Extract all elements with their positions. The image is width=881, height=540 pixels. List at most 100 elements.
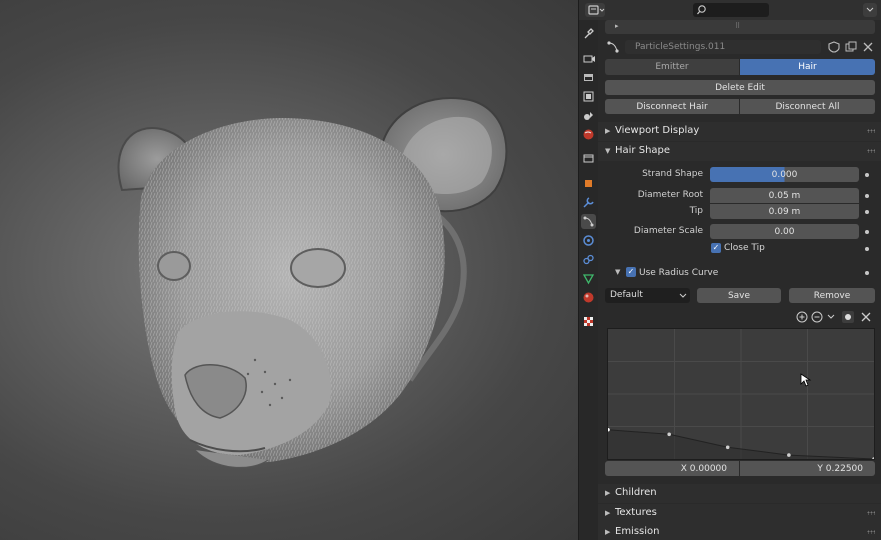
textures-header[interactable]: ▶ Textures [598,504,881,523]
clip-icon [845,314,851,320]
diameter-scale-field[interactable]: 0.00 [710,224,859,239]
scene-icon [584,112,593,120]
expand-triangle-icon: ▶ [605,127,611,135]
viewport-display-header[interactable]: ▶ Viewport Display [598,122,881,141]
play-icon: ▸ [615,22,619,30]
render-icon [583,55,595,63]
scene-tab[interactable] [581,108,596,123]
options-dropdown[interactable] [863,3,877,17]
section-title: Viewport Display [615,125,700,136]
collection-tab[interactable] [581,151,596,166]
properties-panel[interactable]: ▸ ⠿ ParticleSettings.011 Emitter Hair De… [598,20,881,540]
hair-tab[interactable]: Hair [740,59,875,75]
sculpt-render [117,97,508,468]
section-title: Emission [615,526,660,537]
strand-shape-slider[interactable]: 0.000 [710,167,859,182]
constraints-icon [583,254,594,265]
section-title: Children [615,487,657,498]
radius-curve-editor[interactable] [606,328,876,461]
particles-tab[interactable] [581,214,596,229]
world-tab[interactable] [581,127,596,142]
particle-system-list[interactable]: ▸ ⠿ [605,20,875,34]
data-icon [582,274,595,285]
diameter-root-value: 0.05 m [768,190,801,201]
expand-triangle-icon: ▶ [605,509,611,517]
unlink-button[interactable] [861,40,875,54]
render-tab[interactable] [581,51,596,66]
search-icon [697,5,706,15]
tip-field[interactable]: 0.09 m [710,204,859,219]
save-preset-button[interactable]: Save [697,288,781,303]
curve-graph[interactable] [606,329,876,461]
fake-user-button[interactable] [827,40,841,54]
curve-x-value: X 0.00000 [680,463,727,474]
tool-tab[interactable] [581,26,596,41]
drag-grip-icon[interactable] [867,129,875,133]
section-title: Hair Shape [615,145,671,156]
physics-tab[interactable] [581,233,596,248]
properties-editor-icon [588,5,605,15]
object-tab[interactable] [581,176,596,191]
zoom-out-icon [811,311,823,323]
curve-x-field[interactable]: X 0.00000 [605,461,739,476]
disconnect-all-button[interactable]: Disconnect All [740,99,875,114]
diameter-root-label: Diameter Root [637,190,703,200]
tool-icon [584,28,594,39]
keyframe-dot-icon[interactable] [865,194,869,198]
curve-control-point[interactable] [872,457,876,461]
curve-preset-dropdown[interactable]: Default [605,288,690,303]
shield-icon [828,41,840,53]
duplicate-icon [845,41,857,52]
delete-edit-button[interactable]: Delete Edit [605,80,875,95]
drag-grip-icon[interactable] [867,530,875,534]
duplicate-button[interactable] [844,40,858,54]
keyframe-dot-icon[interactable] [865,230,869,234]
curve-control-point[interactable] [667,432,671,437]
use-radius-curve-checkbox[interactable]: ✓ [626,267,636,277]
material-tab[interactable] [581,290,596,305]
drag-grip-icon[interactable] [867,149,875,153]
children-header[interactable]: ▶ Children [598,484,881,503]
datablock-name-field[interactable]: ParticleSettings.011 [625,40,821,54]
emission-header[interactable]: ▶ Emission [598,523,881,540]
chevron-down-icon [827,314,835,319]
keyframe-dot-icon[interactable] [865,173,869,177]
expand-triangle-icon: ▶ [605,489,611,497]
keyframe-dot-icon[interactable] [865,247,869,251]
particles-icon [607,41,619,53]
output-tab[interactable] [581,70,596,85]
particles-icon [583,216,594,227]
curve-control-point[interactable] [787,453,791,457]
diameter-root-field[interactable]: 0.05 m [710,188,859,203]
resize-grip-icon[interactable]: ⠿ [735,22,740,30]
keyframe-dot-icon[interactable] [865,271,869,275]
particles-datablock-icon[interactable] [605,39,621,55]
hair-shape-header[interactable]: ▼ Hair Shape [598,142,881,161]
properties-tab-strip [579,20,598,540]
curve-control-point[interactable] [725,445,730,450]
modifier-tab[interactable] [581,195,596,210]
emitter-tab[interactable]: Emitter [605,59,739,75]
strand-shape-label: Strand Shape [642,169,703,179]
editor-type-button[interactable] [585,3,605,17]
keyframe-dot-icon[interactable] [865,210,869,214]
collapse-triangle-icon[interactable]: ▼ [615,268,620,276]
collapse-triangle-icon: ▼ [605,147,611,155]
texture-tab[interactable] [581,314,596,329]
search-input[interactable] [693,3,769,17]
view-layer-tab[interactable] [581,89,596,104]
constraints-tab[interactable] [581,252,596,267]
curve-y-field[interactable]: Y 0.22500 [740,461,875,476]
disconnect-hair-button[interactable]: Disconnect Hair [605,99,739,114]
close-tip-checkbox[interactable]: ✓ [711,243,721,253]
curve-preset-value: Default [610,290,643,300]
data-tab[interactable] [581,271,596,286]
close-icon [861,312,871,322]
3d-viewport[interactable] [0,0,578,540]
drag-grip-icon[interactable] [867,511,875,515]
remove-preset-button[interactable]: Remove [789,288,875,303]
strand-shape-value: 0.000 [771,169,798,180]
output-icon [584,74,593,81]
world-icon [583,129,594,140]
mouse-cursor-icon [800,373,812,387]
